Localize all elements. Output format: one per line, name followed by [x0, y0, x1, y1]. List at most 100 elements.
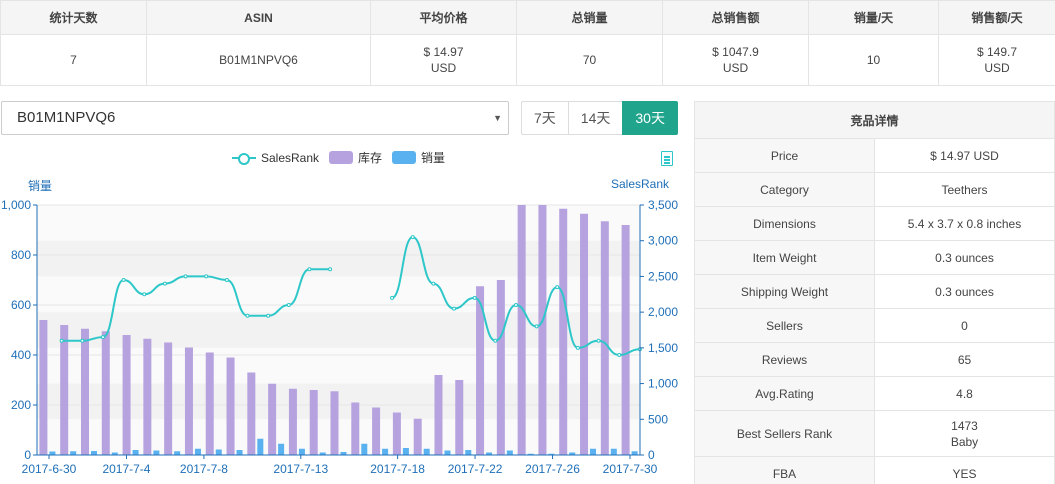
- detail-row: FBA YES: [694, 456, 1055, 484]
- summary-header-cell: 统计天数: [0, 0, 147, 35]
- x-tick-label: 2017-7-4: [102, 462, 150, 476]
- salesrank-point: [390, 295, 395, 300]
- inventory-bar: [288, 388, 297, 455]
- detail-key: Shipping Weight: [694, 274, 875, 309]
- sales-bar: [194, 448, 201, 455]
- left-tick-label: 0: [24, 448, 31, 462]
- right-tick-label: 1,500: [648, 341, 678, 355]
- detail-row: Avg.Rating 4.8: [694, 376, 1055, 411]
- sales-bar: [153, 450, 160, 455]
- detail-row: Category Teethers: [694, 172, 1055, 207]
- summary-cell: B01M1NPVQ6: [146, 34, 371, 86]
- summary-cell: $ 14.97 USD: [370, 34, 517, 86]
- x-tick-label: 2017-7-13: [273, 462, 328, 476]
- sales-bar: [631, 451, 638, 455]
- detail-row: Reviews 65: [694, 342, 1055, 377]
- sales-bar: [298, 448, 305, 455]
- salesrank-point: [142, 292, 147, 297]
- salesrank-point: [59, 338, 64, 343]
- competitor-detail-table: 竞品详情 Price $ 14.97 USD Category Teethers Dim…: [694, 101, 1055, 484]
- summary-header-cell: 总销量: [516, 0, 663, 35]
- salesrank-point: [534, 324, 539, 329]
- inventory-bar: [392, 412, 401, 455]
- inventory-bar: [580, 213, 589, 455]
- asin-select[interactable]: B01M1NPVQ6 ▼: [1, 101, 509, 135]
- sales-bar: [215, 449, 222, 455]
- detail-key: Category: [694, 172, 875, 207]
- sales-bar: [361, 443, 368, 455]
- sales-bar: [444, 450, 451, 455]
- chevron-down-icon: ▼: [493, 113, 502, 123]
- detail-key: Avg.Rating: [694, 376, 875, 411]
- right-tick-label: 2,000: [648, 305, 678, 319]
- salesrank-point: [80, 338, 85, 343]
- summary-header-cell: 销量/天: [808, 0, 939, 35]
- left-tick-label: 1,000: [1, 198, 31, 212]
- summary-table: 统计天数 ASIN 平均价格 总销量 总销售额 销量/天 销售额/天 7 B01M1NPVQ6…: [0, 0, 1055, 86]
- inventory-bar: [184, 347, 193, 455]
- detail-value: 1473 Baby: [874, 410, 1055, 457]
- summary-header-cell: 销售额/天: [938, 0, 1055, 35]
- salesrank-point: [183, 274, 188, 279]
- detail-row: Sellers 0: [694, 308, 1055, 343]
- x-tick-label: 2017-7-26: [525, 462, 580, 476]
- detail-row: Best Sellers Rank 1473 Baby: [694, 410, 1055, 457]
- inventory-bar: [455, 380, 464, 455]
- sales-bar: [49, 451, 56, 455]
- inventory-bar: [247, 372, 256, 455]
- inventory-bar: [268, 383, 277, 455]
- detail-row: Item Weight 0.3 ounces: [694, 240, 1055, 275]
- inventory-bar: [372, 407, 381, 455]
- sales-bar: [257, 438, 264, 455]
- sales-bar: [610, 448, 617, 455]
- detail-key: Price: [694, 138, 875, 173]
- salesrank-point: [452, 306, 457, 311]
- left-tick-label: 200: [11, 398, 31, 412]
- inventory-bar: [80, 328, 89, 455]
- salesrank-point: [410, 235, 415, 240]
- inventory-bar: [122, 335, 131, 455]
- grid-band: [37, 240, 640, 277]
- detail-key: Reviews: [694, 342, 875, 377]
- right-tick-label: 2,500: [648, 269, 678, 283]
- detail-value: 0: [874, 308, 1055, 343]
- range-button[interactable]: 7天: [521, 101, 569, 135]
- sales-bar: [590, 448, 597, 455]
- inventory-bar: [538, 205, 547, 455]
- sales-bar: [278, 443, 285, 455]
- inventory-bar: [600, 221, 609, 455]
- sales-bar: [90, 451, 97, 455]
- summary-header-row: 统计天数 ASIN 平均价格 总销量 总销售额 销量/天 销售额/天: [0, 0, 1055, 35]
- salesrank-point: [224, 278, 229, 282]
- inventory-bar: [39, 320, 48, 455]
- salesrank-point: [513, 303, 518, 307]
- x-tick-label: 2017-7-30: [603, 462, 658, 476]
- grid-band: [37, 205, 640, 241]
- left-tick-label: 400: [11, 348, 31, 362]
- right-tick-label: 3,500: [648, 198, 678, 212]
- sales-bar: [132, 450, 139, 455]
- right-tick-label: 3,000: [648, 234, 678, 248]
- right-tick-label: 1,000: [648, 377, 678, 391]
- x-tick-label: 2017-6-30: [22, 462, 77, 476]
- x-tick-label: 2017-7-18: [370, 462, 425, 476]
- range-button[interactable]: 14天: [567, 101, 624, 135]
- detail-key: FBA: [694, 456, 875, 484]
- inventory-bar: [517, 205, 526, 455]
- detail-value: Teethers: [874, 172, 1055, 207]
- salesrank-point: [493, 338, 498, 343]
- summary-header-cell: ASIN: [146, 0, 371, 35]
- detail-value: 0.3 ounces: [874, 240, 1055, 275]
- sales-chart: SalesRank 库存 销量 销量 SalesRank 0 200 400 600 800…: [0, 140, 690, 484]
- inventory-bar: [143, 338, 152, 455]
- range-button[interactable]: 30天: [622, 101, 678, 135]
- salesrank-point: [575, 345, 580, 350]
- sales-bar: [506, 450, 513, 455]
- detail-key: Sellers: [694, 308, 875, 343]
- detail-value: $ 14.97 USD: [874, 138, 1055, 173]
- inventory-bar: [309, 390, 318, 455]
- detail-value: YES: [874, 456, 1055, 484]
- summary-header-cell: 平均价格: [370, 0, 517, 35]
- detail-key: Best Sellers Rank: [694, 410, 875, 457]
- chart-plot: 0 200 400 600 800 1,000 0 500 1,000 1,500 2,000 2,5…: [1, 198, 678, 476]
